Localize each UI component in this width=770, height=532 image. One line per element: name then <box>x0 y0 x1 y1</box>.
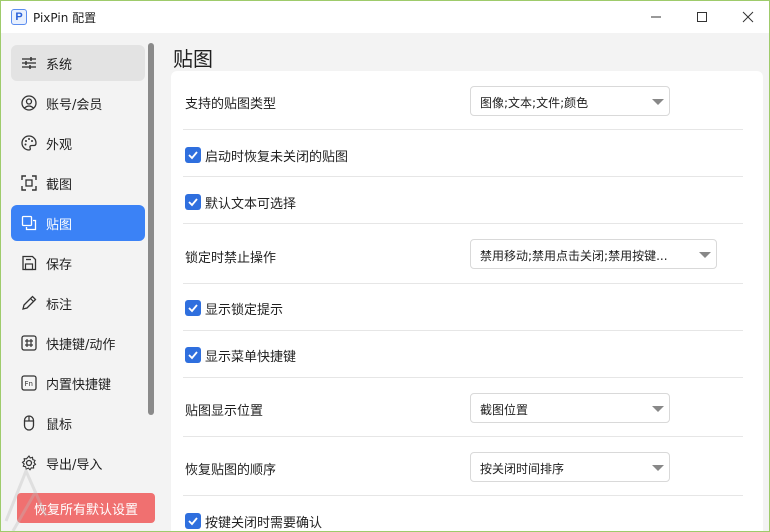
setting-row-text-selectable: 默认文本可选择 <box>183 177 743 224</box>
types-label: 支持的贴图类型 <box>185 97 277 112</box>
sidebar-item-save[interactable]: 保存 <box>11 245 145 281</box>
pin-copy-icon <box>21 215 37 231</box>
pencil-icon <box>22 295 37 310</box>
maximize-button[interactable] <box>679 1 725 33</box>
lock-select[interactable]: 禁用移动;禁用点击关闭;禁用按键... <box>470 239 717 269</box>
types-select-value: 图像;文本;文件;颜色 <box>480 96 589 110</box>
maximize-icon <box>697 12 707 22</box>
show-lock-tip-checkbox[interactable] <box>185 300 201 316</box>
screenshot-icon <box>21 175 37 191</box>
sidebar-item-shortcuts[interactable]: 快捷键/动作 <box>11 325 145 361</box>
sidebar-item-label: 贴图 <box>46 218 73 233</box>
hash-icon <box>21 335 37 351</box>
position-select[interactable]: 截图位置 <box>470 393 670 423</box>
lock-label: 锁定时禁止操作 <box>185 251 277 266</box>
close-icon <box>742 11 754 23</box>
mouse-icon <box>23 415 35 431</box>
text-selectable-label: 默认文本可选择 <box>205 197 297 212</box>
sidebar-item-screenshot[interactable]: 截图 <box>11 165 145 201</box>
show-menu-shortcut-label: 显示菜单快捷键 <box>205 350 297 365</box>
setting-row-confirm-close: 按键关闭时需要确认 <box>183 496 743 531</box>
sidebar-item-export-import[interactable]: 导出/导入 <box>11 445 145 481</box>
chevron-down-icon <box>699 252 711 258</box>
setting-row-order: 恢复贴图的顺序 按关闭时间排序 <box>183 437 743 496</box>
restore-on-start-checkbox[interactable] <box>185 147 201 163</box>
fn-key-icon: Fn <box>21 375 37 391</box>
sidebar: 系统 账号/会员 外观 截图 贴图 保存 标注 快捷键/动作 Fn 内置快捷键 … <box>1 33 161 531</box>
sidebar-item-label: 截图 <box>46 178 73 193</box>
svg-text:Fn: Fn <box>25 380 33 388</box>
setting-row-restore: 启动时恢复未关闭的贴图 <box>183 130 743 177</box>
lock-select-value: 禁用移动;禁用点击关闭;禁用按键... <box>480 249 668 263</box>
app-window: P PixPin 配置 系统 账号/会员 外观 截图 贴图 保存 标注 快捷键/… <box>0 0 770 532</box>
page-title: 贴图 <box>173 47 213 71</box>
sidebar-item-label: 导出/导入 <box>46 458 103 473</box>
sidebar-item-mouse[interactable]: 鼠标 <box>11 405 145 441</box>
sidebar-item-label: 内置快捷键 <box>46 378 112 393</box>
sliders-icon <box>22 57 36 69</box>
settings-panel: 支持的贴图类型 图像;文本;文件;颜色 启动时恢复未关闭的贴图 默认文本可选择 … <box>171 71 763 531</box>
check-icon <box>188 351 198 360</box>
position-label: 贴图显示位置 <box>185 404 264 419</box>
setting-row-lock-tip: 显示锁定提示 <box>183 284 743 331</box>
order-select-value: 按关闭时间排序 <box>480 462 565 476</box>
setting-row-types: 支持的贴图类型 图像;文本;文件;颜色 <box>183 71 743 130</box>
chevron-down-icon <box>652 406 664 412</box>
sidebar-item-account[interactable]: 账号/会员 <box>11 85 145 121</box>
sidebar-item-label: 外观 <box>46 138 73 153</box>
confirm-close-label: 按键关闭时需要确认 <box>205 516 323 531</box>
confirm-close-checkbox[interactable] <box>185 513 201 529</box>
sidebar-item-system[interactable]: 系统 <box>11 45 145 81</box>
check-icon <box>188 517 198 526</box>
minimize-icon <box>651 16 661 18</box>
restore-on-start-label: 启动时恢复未关闭的贴图 <box>205 150 349 165</box>
reset-defaults-button[interactable]: 恢复所有默认设置 <box>17 493 155 523</box>
sidebar-item-label: 标注 <box>46 298 73 313</box>
save-icon <box>22 255 37 271</box>
sidebar-item-label: 鼠标 <box>46 418 73 433</box>
setting-row-menu-shortcut: 显示菜单快捷键 <box>183 331 743 378</box>
window-title: PixPin 配置 <box>33 11 97 25</box>
sidebar-item-builtin-shortcuts[interactable]: Fn 内置快捷键 <box>11 365 145 401</box>
text-selectable-checkbox[interactable] <box>185 194 201 210</box>
user-icon <box>21 95 37 111</box>
sidebar-item-label: 快捷键/动作 <box>46 338 116 353</box>
chevron-down-icon <box>652 99 664 105</box>
sidebar-item-annotate[interactable]: 标注 <box>11 285 145 321</box>
sidebar-item-label: 系统 <box>46 58 73 73</box>
sidebar-item-label: 账号/会员 <box>46 98 103 113</box>
order-select[interactable]: 按关闭时间排序 <box>470 452 670 482</box>
types-select[interactable]: 图像;文本;文件;颜色 <box>470 86 670 116</box>
check-icon <box>188 304 198 313</box>
close-button[interactable] <box>725 1 769 33</box>
show-menu-shortcut-checkbox[interactable] <box>185 347 201 363</box>
setting-row-lock: 锁定时禁止操作 禁用移动;禁用点击关闭;禁用按键... <box>183 224 743 284</box>
sidebar-item-pin[interactable]: 贴图 <box>11 205 145 241</box>
gear-icon <box>21 455 37 471</box>
app-icon: P <box>11 9 27 25</box>
sidebar-scrollbar[interactable] <box>148 43 154 415</box>
minimize-button[interactable] <box>633 1 679 33</box>
show-lock-tip-label: 显示锁定提示 <box>205 303 284 318</box>
palette-icon <box>21 135 37 151</box>
title-bar[interactable]: P PixPin 配置 <box>1 1 769 33</box>
order-label: 恢复贴图的顺序 <box>185 463 277 478</box>
chevron-down-icon <box>652 465 664 471</box>
sidebar-item-label: 保存 <box>46 258 73 273</box>
setting-row-position: 贴图显示位置 截图位置 <box>183 378 743 437</box>
check-icon <box>188 151 198 160</box>
position-select-value: 截图位置 <box>480 403 529 417</box>
check-icon <box>188 198 198 207</box>
sidebar-item-appearance[interactable]: 外观 <box>11 125 145 161</box>
